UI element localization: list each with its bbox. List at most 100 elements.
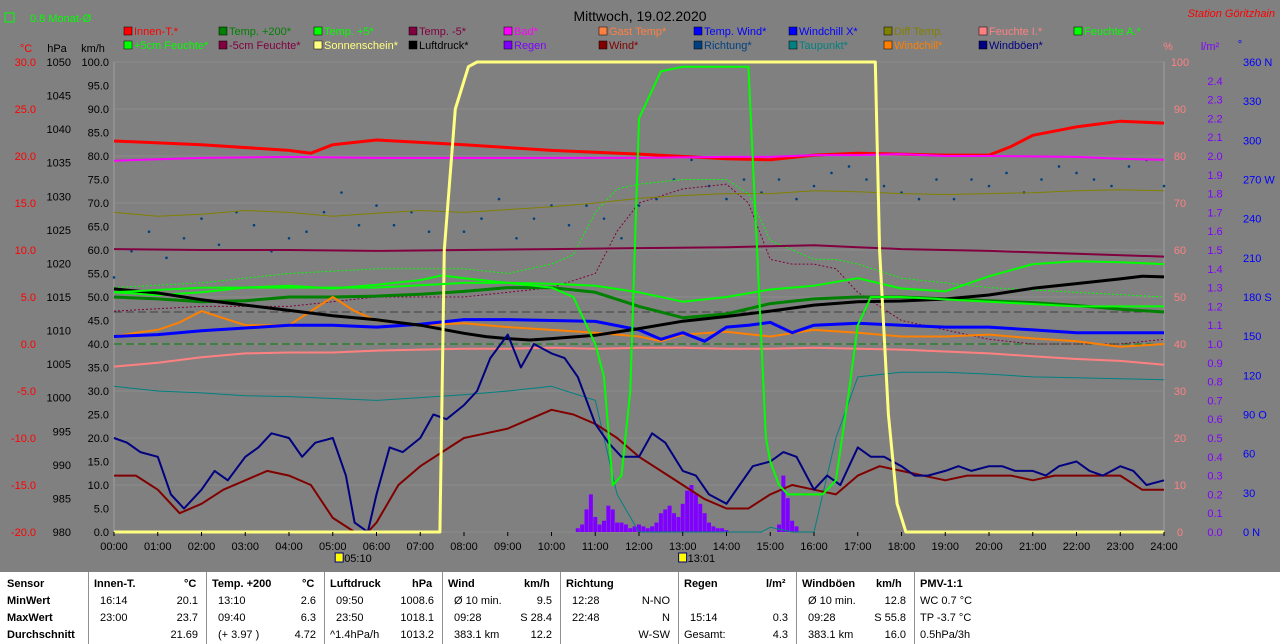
legend-swatch[interactable]	[693, 26, 703, 36]
rain-lm2-tick-label: 0.9	[1207, 358, 1222, 370]
percent-tick-label: 10	[1174, 480, 1186, 492]
column-divider	[560, 572, 561, 644]
month-avg-label[interactable]: 0.8 Monat-Ø	[30, 13, 92, 25]
legend-label[interactable]: Feuchte A.*	[1084, 26, 1142, 38]
temp-c-tick-label: 15.0	[15, 198, 36, 210]
rain-bar	[650, 526, 655, 532]
temp200-max-value: 6.3	[300, 612, 316, 624]
direction-point	[742, 178, 746, 181]
legend-swatch[interactable]	[123, 26, 133, 36]
legend-swatch[interactable]	[978, 40, 988, 50]
header-wind: Wind	[448, 578, 475, 590]
legend-label[interactable]: Wind*	[609, 40, 639, 52]
x-tick-label: 16:00	[800, 541, 828, 553]
rain-lm2-tick-label: 1.9	[1207, 170, 1222, 182]
wind-kmh-tick-label: 10.0	[88, 480, 109, 492]
legend-label[interactable]: Temp. -5*	[419, 26, 467, 38]
legend-swatch[interactable]	[788, 40, 798, 50]
rain-bar	[602, 520, 606, 532]
legend-label[interactable]: +5cm Feuchte*	[134, 40, 209, 52]
direction-point	[427, 230, 431, 234]
rain-lm2-tick-label: 0.7	[1207, 395, 1222, 407]
x-tick-label: 24:00	[1150, 541, 1178, 553]
legend-swatch[interactable]	[978, 26, 988, 36]
x-tick-label: 14:00	[713, 541, 741, 553]
legend-swatch[interactable]	[218, 26, 228, 36]
percent-tick-label: 100	[1171, 57, 1189, 69]
rain-bar	[720, 528, 725, 532]
legend-swatch[interactable]	[693, 40, 703, 50]
legend-label[interactable]: Sonnenschein*	[324, 40, 399, 52]
direction-point	[987, 184, 991, 188]
legend-swatch[interactable]	[313, 40, 323, 50]
chart-title: Mittwoch, 19.02.2020	[573, 8, 706, 24]
rain-bar	[685, 490, 690, 532]
direction-tick-label: 270 W	[1243, 175, 1275, 187]
legend-swatch[interactable]	[788, 26, 798, 36]
legend-swatch[interactable]	[408, 26, 418, 36]
legend-label[interactable]: Bad*	[514, 26, 539, 38]
row-label-avg: Durchschnitt	[7, 629, 75, 641]
legend-label[interactable]: Temp. +200*	[229, 26, 292, 38]
legend-label[interactable]: Diff Temp.	[894, 26, 943, 38]
direction-point	[200, 217, 203, 220]
pressure-hpa-tick-label: 1005	[47, 359, 71, 371]
legend-swatch[interactable]	[598, 40, 608, 50]
temp200-avg-value: 4.72	[294, 629, 316, 641]
rain-bar	[707, 522, 711, 532]
x-tick-label: 07:00	[406, 541, 434, 553]
legend-label[interactable]: Windchill X*	[799, 26, 858, 38]
legend-label[interactable]: Gast Temp*	[609, 26, 667, 38]
pressure-axis-unit: hPa	[47, 43, 67, 55]
rain-lm2-tick-label: 1.2	[1207, 301, 1222, 313]
legend-label[interactable]: Richtung*	[704, 40, 752, 52]
header-luftdruck-unit: hPa	[412, 578, 433, 590]
direction-point	[567, 223, 571, 227]
legend-label[interactable]: Windchill*	[894, 40, 943, 52]
direction-axis-unit: °	[1238, 39, 1242, 51]
luftdruck-min-time: 09:50	[336, 595, 364, 607]
legend-label[interactable]: Feuchte I.*	[989, 26, 1043, 38]
luftdruck-max-time: 23:50	[336, 612, 364, 624]
direction-point	[287, 236, 291, 240]
legend-label[interactable]: Luftdruck*	[419, 40, 469, 52]
legend-label[interactable]: Regen	[514, 40, 546, 52]
wind-kmh-tick-label: 35.0	[88, 363, 109, 375]
legend-label[interactable]: -5cm Feuchte*	[229, 40, 301, 52]
innen-avg-value: 21.69	[170, 629, 198, 641]
column-divider	[678, 572, 679, 644]
header-temp200-unit: °C	[302, 578, 315, 590]
temp-c-tick-label: -15.0	[11, 480, 36, 492]
wind-kmh-tick-label: 0.0	[94, 527, 109, 539]
temp-c-tick-label: -5.0	[17, 386, 36, 398]
legend-swatch[interactable]	[883, 26, 893, 36]
legend-swatch[interactable]	[123, 40, 133, 50]
legend-swatch[interactable]	[313, 26, 323, 36]
legend-swatch[interactable]	[503, 26, 513, 36]
direction-point	[217, 243, 221, 247]
temp-c-tick-label: 10.0	[15, 245, 36, 257]
rain-lm2-tick-label: 2.2	[1207, 113, 1222, 125]
pressure-hpa-tick-label: 1015	[47, 292, 71, 304]
legend-label[interactable]: Temp. Wind*	[704, 26, 767, 38]
legend-label[interactable]: Taupunkt*	[799, 40, 849, 52]
legend-swatch[interactable]	[218, 40, 228, 50]
direction-point	[917, 197, 921, 201]
direction-point	[1005, 171, 1008, 175]
header-temp200: Temp. +200	[212, 578, 272, 590]
rain-bar	[580, 524, 585, 532]
legend-label[interactable]: Innen-T.*	[134, 26, 179, 38]
legend-label[interactable]: Windböen*	[989, 40, 1044, 52]
wind-kmh-tick-label: 40.0	[88, 339, 109, 351]
legend-swatch[interactable]	[598, 26, 608, 36]
legend-swatch[interactable]	[883, 40, 893, 50]
row-label-max: MaxWert	[7, 612, 53, 624]
legend-swatch[interactable]	[503, 40, 513, 50]
richtung-max-time: 22:48	[572, 612, 600, 624]
legend-swatch[interactable]	[408, 40, 418, 50]
legend-swatch[interactable]	[1073, 26, 1083, 36]
direction-point	[1110, 184, 1113, 188]
legend-label[interactable]: Temp. +5*	[324, 26, 375, 38]
direction-tick-label: 210	[1243, 253, 1261, 265]
direction-point	[182, 236, 186, 240]
